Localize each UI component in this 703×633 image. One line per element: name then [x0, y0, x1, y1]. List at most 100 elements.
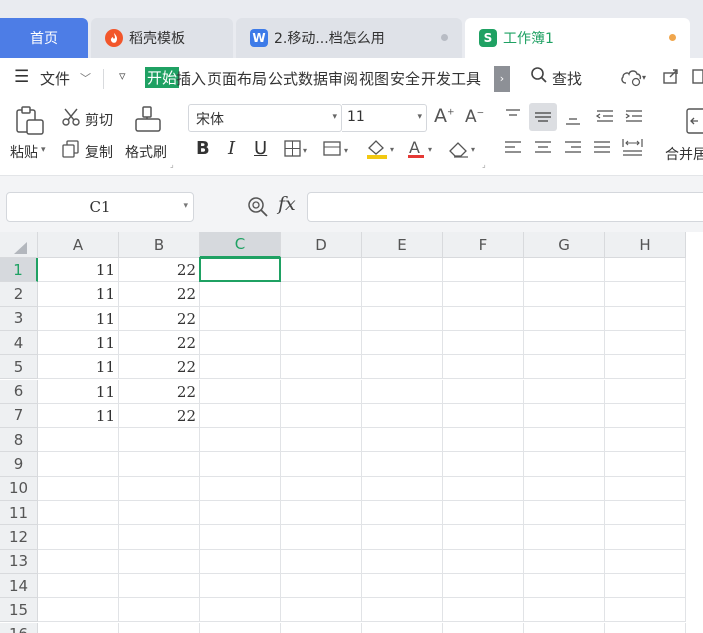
cell-h11[interactable]: [605, 501, 686, 526]
row-header[interactable]: 2: [0, 282, 38, 307]
row-header[interactable]: 1: [0, 258, 38, 283]
cell-f1[interactable]: [443, 258, 524, 283]
cell-f13[interactable]: [443, 549, 524, 574]
cell-b15[interactable]: [119, 598, 200, 623]
row-header[interactable]: 12: [0, 525, 38, 550]
cell-f16[interactable]: [443, 622, 524, 633]
cell-h2[interactable]: [605, 282, 686, 307]
font-group-launcher-icon[interactable]: ⌟: [482, 160, 486, 169]
cell-b6[interactable]: 22: [119, 379, 200, 404]
menu-search-label[interactable]: 查找: [552, 68, 582, 89]
menu-data[interactable]: 数据: [298, 68, 328, 89]
cell-g5[interactable]: [524, 355, 605, 380]
format-painter-button[interactable]: 格式刷: [125, 142, 167, 162]
insert-function-button[interactable]: fx: [278, 193, 296, 215]
menu-security[interactable]: 安全: [390, 68, 420, 89]
cell-c3[interactable]: [200, 306, 281, 331]
cell-f14[interactable]: [443, 573, 524, 599]
cell-f4[interactable]: [443, 330, 524, 356]
cell-a13[interactable]: [38, 549, 119, 574]
cell-a5[interactable]: 11: [38, 355, 119, 380]
cell-e1[interactable]: [362, 258, 443, 283]
cell-h9[interactable]: [605, 452, 686, 477]
row-header[interactable]: 7: [0, 403, 38, 429]
cell-b4[interactable]: 22: [119, 330, 200, 356]
clipboard-group-launcher-icon[interactable]: ⌟: [170, 160, 174, 169]
cell-e7[interactable]: [362, 403, 443, 429]
cell-f3[interactable]: [443, 306, 524, 331]
increase-indent-icon[interactable]: [624, 109, 644, 129]
cell-b5[interactable]: 22: [119, 355, 200, 380]
cell-d11[interactable]: [281, 501, 362, 526]
cell-c6[interactable]: [200, 379, 281, 404]
menu-dev-tools[interactable]: 开发工具: [421, 68, 481, 89]
cell-g10[interactable]: [524, 476, 605, 501]
cell-g8[interactable]: [524, 428, 605, 453]
merge-center-button[interactable]: 合并居: [665, 144, 703, 164]
cell-b7[interactable]: 22: [119, 403, 200, 429]
cell-a6[interactable]: 11: [38, 379, 119, 404]
cell-d8[interactable]: [281, 428, 362, 453]
cell-b16[interactable]: [119, 622, 200, 633]
cell-g4[interactable]: [524, 330, 605, 356]
paste-icon[interactable]: [14, 106, 46, 140]
cell-a8[interactable]: [38, 428, 119, 453]
column-header-c[interactable]: C: [200, 232, 281, 258]
row-header[interactable]: 6: [0, 379, 38, 404]
cell-c1[interactable]: [200, 258, 281, 283]
cell-c7[interactable]: [200, 403, 281, 429]
cell-d13[interactable]: [281, 549, 362, 574]
cell-a11[interactable]: [38, 501, 119, 526]
cell-h7[interactable]: [605, 403, 686, 429]
cell-a1[interactable]: 11: [38, 258, 119, 283]
cell-g6[interactable]: [524, 379, 605, 404]
tab-close-dot[interactable]: [441, 34, 448, 41]
scissors-icon[interactable]: [61, 107, 81, 131]
bold-button[interactable]: B: [196, 138, 210, 159]
cell-e5[interactable]: [362, 355, 443, 380]
underline-button[interactable]: U: [254, 138, 267, 159]
cell-d5[interactable]: [281, 355, 362, 380]
cell-f2[interactable]: [443, 282, 524, 307]
cell-h8[interactable]: [605, 428, 686, 453]
cell-b14[interactable]: [119, 573, 200, 599]
tab-document[interactable]: W 2.移动...档怎么用: [236, 18, 462, 58]
cell-h3[interactable]: [605, 306, 686, 331]
cell-g3[interactable]: [524, 306, 605, 331]
row-header[interactable]: 5: [0, 355, 38, 380]
zoom-function-icon[interactable]: [247, 196, 269, 222]
row-header[interactable]: 14: [0, 573, 38, 599]
share-icon[interactable]: [662, 67, 680, 89]
cell-g9[interactable]: [524, 452, 605, 477]
cell-a3[interactable]: 11: [38, 306, 119, 331]
cell-d10[interactable]: [281, 476, 362, 501]
column-header-d[interactable]: D: [281, 232, 362, 258]
cell-h1[interactable]: [605, 258, 686, 283]
cell-a7[interactable]: 11: [38, 403, 119, 429]
cell-f8[interactable]: [443, 428, 524, 453]
cell-a2[interactable]: 11: [38, 282, 119, 307]
cell-d1[interactable]: [281, 258, 362, 283]
cell-a9[interactable]: [38, 452, 119, 477]
cell-c14[interactable]: [200, 573, 281, 599]
cell-c9[interactable]: [200, 452, 281, 477]
cell-e10[interactable]: [362, 476, 443, 501]
cell-g1[interactable]: [524, 258, 605, 283]
menu-start[interactable]: 开始: [145, 67, 180, 88]
cell-d14[interactable]: [281, 573, 362, 599]
cell-c12[interactable]: [200, 525, 281, 550]
row-header[interactable]: 3: [0, 306, 38, 331]
cell-h5[interactable]: [605, 355, 686, 380]
paste-chevron-icon[interactable]: ▾: [41, 145, 46, 155]
cell-c11[interactable]: [200, 501, 281, 526]
row-header[interactable]: 4: [0, 330, 38, 356]
cell-b8[interactable]: [119, 428, 200, 453]
row-header[interactable]: 16: [0, 622, 38, 633]
cell-d7[interactable]: [281, 403, 362, 429]
font-size-select[interactable]: 11 ▾: [342, 104, 427, 132]
cell-a12[interactable]: [38, 525, 119, 550]
cell-d12[interactable]: [281, 525, 362, 550]
row-header[interactable]: 11: [0, 501, 38, 526]
cell-g11[interactable]: [524, 501, 605, 526]
cell-c5[interactable]: [200, 355, 281, 380]
